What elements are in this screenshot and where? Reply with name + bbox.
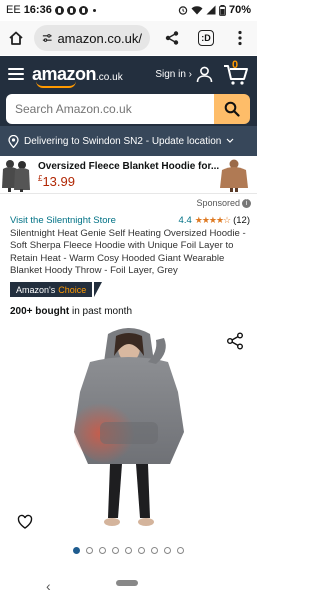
logo-tld: .co.uk	[96, 72, 123, 83]
sign-in-label: Sign in ›	[155, 68, 192, 80]
store-link[interactable]: Visit the Silentnight Store	[10, 215, 116, 226]
carousel-dot[interactable]	[99, 547, 106, 554]
search-button[interactable]	[214, 94, 250, 124]
menu-icon[interactable]	[8, 68, 24, 80]
notification-icon	[66, 5, 76, 15]
carrier: EE	[6, 4, 21, 16]
image-carousel-indicator	[0, 547, 257, 554]
battery-icon	[219, 4, 226, 16]
more-notifications-icon	[92, 8, 96, 12]
carousel-dot[interactable]	[177, 547, 184, 554]
amazon-header: amazon.co.uk Sign in › 0	[0, 56, 257, 126]
status-bar: EE 16:36 70%	[0, 0, 257, 20]
share-page-icon[interactable]	[162, 28, 182, 48]
sponsored-label[interactable]: Sponsored i	[0, 198, 251, 210]
purchase-count-bold: 200+ bought	[10, 306, 70, 317]
carousel-dot[interactable]	[164, 547, 171, 554]
site-settings-icon[interactable]	[42, 32, 52, 44]
address-bar[interactable]: amazon.co.uk/	[34, 25, 150, 51]
back-icon[interactable]: ‹	[46, 578, 51, 594]
amazon-logo[interactable]: amazon.co.uk	[32, 65, 123, 88]
battery-level: 70%	[228, 4, 251, 16]
notification-icon	[54, 5, 64, 15]
share-icon[interactable]	[226, 332, 244, 350]
product-image[interactable]	[60, 322, 198, 532]
tab-count: :D	[198, 30, 214, 46]
notification-icon	[78, 5, 88, 15]
cart-button[interactable]: 0	[223, 59, 249, 86]
price-value: 13.99	[42, 173, 75, 189]
badge-tail	[94, 282, 102, 297]
wifi-icon	[191, 6, 203, 15]
search-input[interactable]	[6, 94, 214, 124]
status-left: EE 16:36	[6, 4, 96, 16]
carousel-dot[interactable]	[73, 547, 80, 554]
status-right: 70%	[178, 4, 251, 16]
purchase-count: 200+ bought in past month	[10, 306, 132, 317]
carousel-dot[interactable]	[138, 547, 145, 554]
amazon-top-row: amazon.co.uk Sign in › 0	[0, 56, 257, 92]
search-bar	[6, 94, 250, 124]
carousel-dot[interactable]	[112, 547, 119, 554]
home-icon[interactable]	[6, 28, 26, 48]
heart-icon[interactable]	[17, 514, 33, 530]
sign-in-link[interactable]: Sign in ›	[155, 66, 213, 83]
browser-menu-icon[interactable]	[230, 28, 250, 48]
carousel-dot[interactable]	[125, 547, 132, 554]
star-rating-icon: ★★★★☆	[194, 214, 231, 225]
rating-value: 4.4	[178, 214, 192, 226]
alarm-icon	[178, 6, 188, 15]
store-rating-row: Visit the Silentnight Store 4.4 ★★★★☆ (1…	[10, 214, 250, 226]
sponsored-text: Sponsored	[196, 198, 240, 208]
signal-icon	[206, 5, 216, 15]
amazons-choice-badge: Amazon's Choice	[10, 282, 93, 297]
banner-image-right	[219, 158, 249, 192]
home-gesture-pill[interactable]	[116, 580, 138, 586]
account-icon	[196, 66, 213, 82]
url-text: amazon.co.uk/	[57, 30, 142, 46]
badge-prefix: Amazon's	[16, 284, 56, 295]
badge-choice: Choice	[58, 284, 87, 295]
chevron-down-icon	[226, 138, 234, 143]
rating-count: (12)	[233, 214, 250, 226]
logo-smile-icon	[36, 81, 76, 88]
rating-summary[interactable]: 4.4 ★★★★☆ (12)	[179, 215, 250, 226]
banner-title: Oversized Fleece Blanket Hoodie for...	[38, 160, 220, 172]
delivery-location-bar[interactable]: Delivering to Swindon SN2 - Update locat…	[0, 126, 257, 156]
info-icon: i	[242, 199, 251, 209]
location-pin-icon	[8, 134, 19, 148]
search-icon	[224, 101, 240, 117]
banner-text: Oversized Fleece Blanket Hoodie for... £…	[32, 161, 219, 189]
clock: 16:36	[23, 4, 52, 16]
carousel-dot[interactable]	[151, 547, 158, 554]
purchase-count-rest: in past month	[69, 306, 132, 317]
browser-toolbar: amazon.co.uk/ :D	[0, 21, 257, 55]
delivery-text: Delivering to Swindon SN2 - Update locat…	[24, 135, 222, 147]
product-title: Silentnight Heat Genie Self Heating Over…	[10, 228, 246, 276]
banner-price: £13.99	[38, 174, 219, 189]
tabs-button[interactable]: :D	[196, 28, 216, 48]
system-navigation-bar: ‹	[0, 570, 257, 600]
cart-count: 0	[232, 59, 239, 71]
banner-image-left	[0, 158, 32, 192]
carousel-dot[interactable]	[86, 547, 93, 554]
sponsored-banner[interactable]: Oversized Fleece Blanket Hoodie for... £…	[0, 156, 257, 194]
